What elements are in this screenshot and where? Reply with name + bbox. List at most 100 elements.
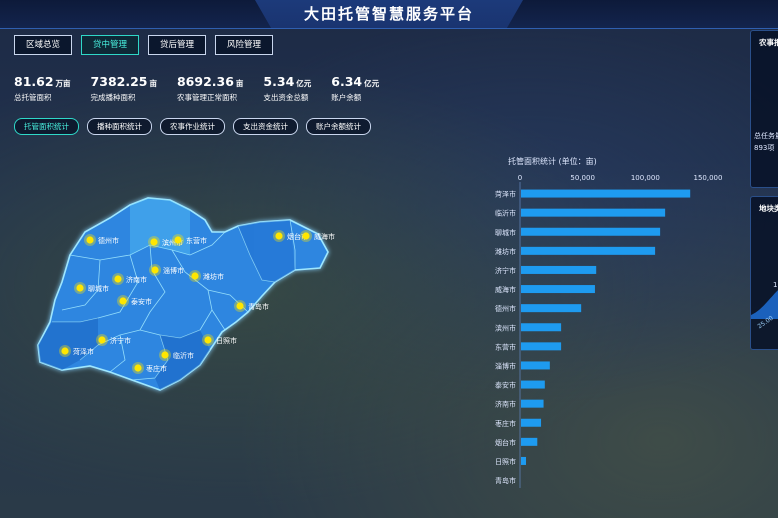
city-label: 聊城市 xyxy=(88,284,109,293)
city-label: 临沂市 xyxy=(173,351,194,360)
stat-total-spend: 5.34 亿元 支出资金总额 xyxy=(263,74,311,103)
city-label: 枣庄市 xyxy=(146,364,167,373)
x-tick-label: 50,000 xyxy=(570,174,595,182)
side-panel-wave xyxy=(751,290,778,319)
y-tick-label: 聊城市 xyxy=(495,228,516,237)
marker-dot xyxy=(204,336,212,344)
x-tick-label: 100,000 xyxy=(631,174,660,182)
tab-risk-management[interactable]: 风险管理 xyxy=(215,35,274,55)
city-label: 威海市 xyxy=(314,232,335,241)
bar xyxy=(521,437,538,446)
stat-value: 6.34 xyxy=(331,74,363,89)
y-tick-label: 潍坊市 xyxy=(495,247,516,256)
y-tick-label: 德州市 xyxy=(495,304,516,313)
y-tick-label: 泰安市 xyxy=(495,381,516,390)
marker-dot xyxy=(302,232,310,240)
filter-sown-area[interactable]: 播种面积统计 xyxy=(87,118,152,135)
stat-label: 总托管面积 xyxy=(14,93,52,102)
y-tick-label: 日照市 xyxy=(495,457,516,466)
y-tick-label: 菏泽市 xyxy=(495,190,516,199)
city-label: 青岛市 xyxy=(248,302,269,311)
side-panel-farm-report[interactable]: 农事报 总任务量 893项 xyxy=(750,30,778,188)
bar xyxy=(521,418,542,427)
marker-dot xyxy=(61,347,69,355)
marker-dot xyxy=(134,364,142,372)
stat-unit: 亿元 xyxy=(296,79,312,88)
bar xyxy=(521,246,656,255)
stats-row: 81.62 万亩 总托管面积 7382.25 亩 完成播种面积 8692.36 亩 农… xyxy=(14,74,399,103)
marker-dot xyxy=(174,236,182,244)
bar xyxy=(521,304,582,313)
stat-unit: 亩 xyxy=(235,79,244,88)
area-bar-chart: 0 50,000 100,000 150,000 菏泽市临沂市聊城市潍坊市济宁市威海市德… xyxy=(495,174,723,488)
page-title: 大田托管智慧服务平台 xyxy=(303,5,474,23)
y-tick-label: 东营市 xyxy=(495,342,516,351)
city-label: 日照市 xyxy=(216,336,237,345)
y-tick-label: 济南市 xyxy=(495,400,516,409)
marker-dot xyxy=(191,272,199,280)
bar xyxy=(521,208,666,217)
filter-balance[interactable]: 账户余额统计 xyxy=(306,118,371,135)
stat-unit: 亿元 xyxy=(364,79,380,88)
city-label: 菏泽市 xyxy=(73,347,94,356)
stat-unit: 亩 xyxy=(149,79,157,88)
city-marker[interactable]: 威海市 xyxy=(300,230,335,242)
stat-total-area: 81.62 万亩 总托管面积 xyxy=(14,74,71,103)
side-panel-title: 农事报 xyxy=(759,38,778,47)
bar xyxy=(521,227,661,236)
bar xyxy=(521,285,595,294)
y-tick-label: 烟台市 xyxy=(495,438,516,447)
tab-post-loan[interactable]: 贷后管理 xyxy=(148,35,207,55)
side-panel-number: 12 xyxy=(773,281,778,289)
y-tick-label: 济宁市 xyxy=(495,266,516,275)
city-label: 淄博市 xyxy=(163,266,184,275)
y-tick-label: 淄博市 xyxy=(495,361,516,370)
x-tick-label: 0 xyxy=(518,174,522,182)
province-map[interactable]: 德州市 滨州市 东营市 烟台市 威海市聊城市济南市淄博市潍坊市泰安市青岛市日照市菏泽市济… xyxy=(30,185,340,400)
bar xyxy=(521,189,691,198)
side-panel-label: 总任务量 xyxy=(754,132,778,140)
city-label: 泰安市 xyxy=(131,297,152,306)
stat-value: 8692.36 xyxy=(176,74,234,89)
marker-dot xyxy=(236,302,244,310)
stat-account-balance: 6.34 亿元 账户余额 xyxy=(331,74,379,103)
filter-farm-work[interactable]: 农事作业统计 xyxy=(160,118,225,135)
bar xyxy=(521,361,550,370)
stat-label: 农事管理正常面积 xyxy=(176,93,237,102)
stat-sown-area: 7382.25 亩 完成播种面积 xyxy=(91,74,157,103)
stat-label: 支出资金总额 xyxy=(263,93,309,102)
bar xyxy=(521,380,545,389)
tab-region-overview[interactable]: 区域总览 xyxy=(14,35,73,55)
marker-dot xyxy=(76,284,84,292)
y-tick-label: 威海市 xyxy=(495,285,516,294)
bar xyxy=(521,456,527,465)
stat-value: 81.62 xyxy=(14,74,54,89)
y-tick-label: 枣庄市 xyxy=(495,419,516,428)
side-panel-plot-types[interactable]: 地块类 12 25.00 xyxy=(750,196,778,350)
bar xyxy=(521,323,562,332)
side-panel-value: 893项 xyxy=(754,144,775,152)
stat-value: 5.34 xyxy=(263,74,295,89)
marker-dot xyxy=(119,297,127,305)
filter-managed-area[interactable]: 托管面积统计 xyxy=(14,118,79,135)
bar xyxy=(521,265,597,274)
marker-dot xyxy=(151,266,159,274)
stat-value: 7382.25 xyxy=(90,74,148,89)
filter-spend[interactable]: 支出资金统计 xyxy=(233,118,298,135)
bar xyxy=(521,342,562,351)
x-tick-label: 150,000 xyxy=(694,174,723,182)
nav-tabs: 区域总览 贷中管理 贷后管理 风险管理 xyxy=(14,35,274,55)
stat-normal-area: 8692.36 亩 农事管理正常面积 xyxy=(177,74,243,103)
stat-unit: 万亩 xyxy=(55,79,71,88)
chart-title: 托管面积统计 (单位：亩) xyxy=(508,157,597,166)
y-tick-label: 临沂市 xyxy=(495,209,516,218)
y-tick-label: 青岛市 xyxy=(495,476,516,485)
filter-pills: 托管面积统计 播种面积统计 农事作业统计 支出资金统计 账户余额统计 xyxy=(14,118,371,135)
tab-loan-in-progress[interactable]: 贷中管理 xyxy=(81,35,140,55)
y-tick-label: 滨州市 xyxy=(495,323,516,332)
city-label: 济南市 xyxy=(126,275,147,284)
bar xyxy=(521,399,544,408)
city-label: 德州市 xyxy=(98,236,119,245)
marker-dot xyxy=(86,236,94,244)
city-label: 东营市 xyxy=(186,236,207,245)
